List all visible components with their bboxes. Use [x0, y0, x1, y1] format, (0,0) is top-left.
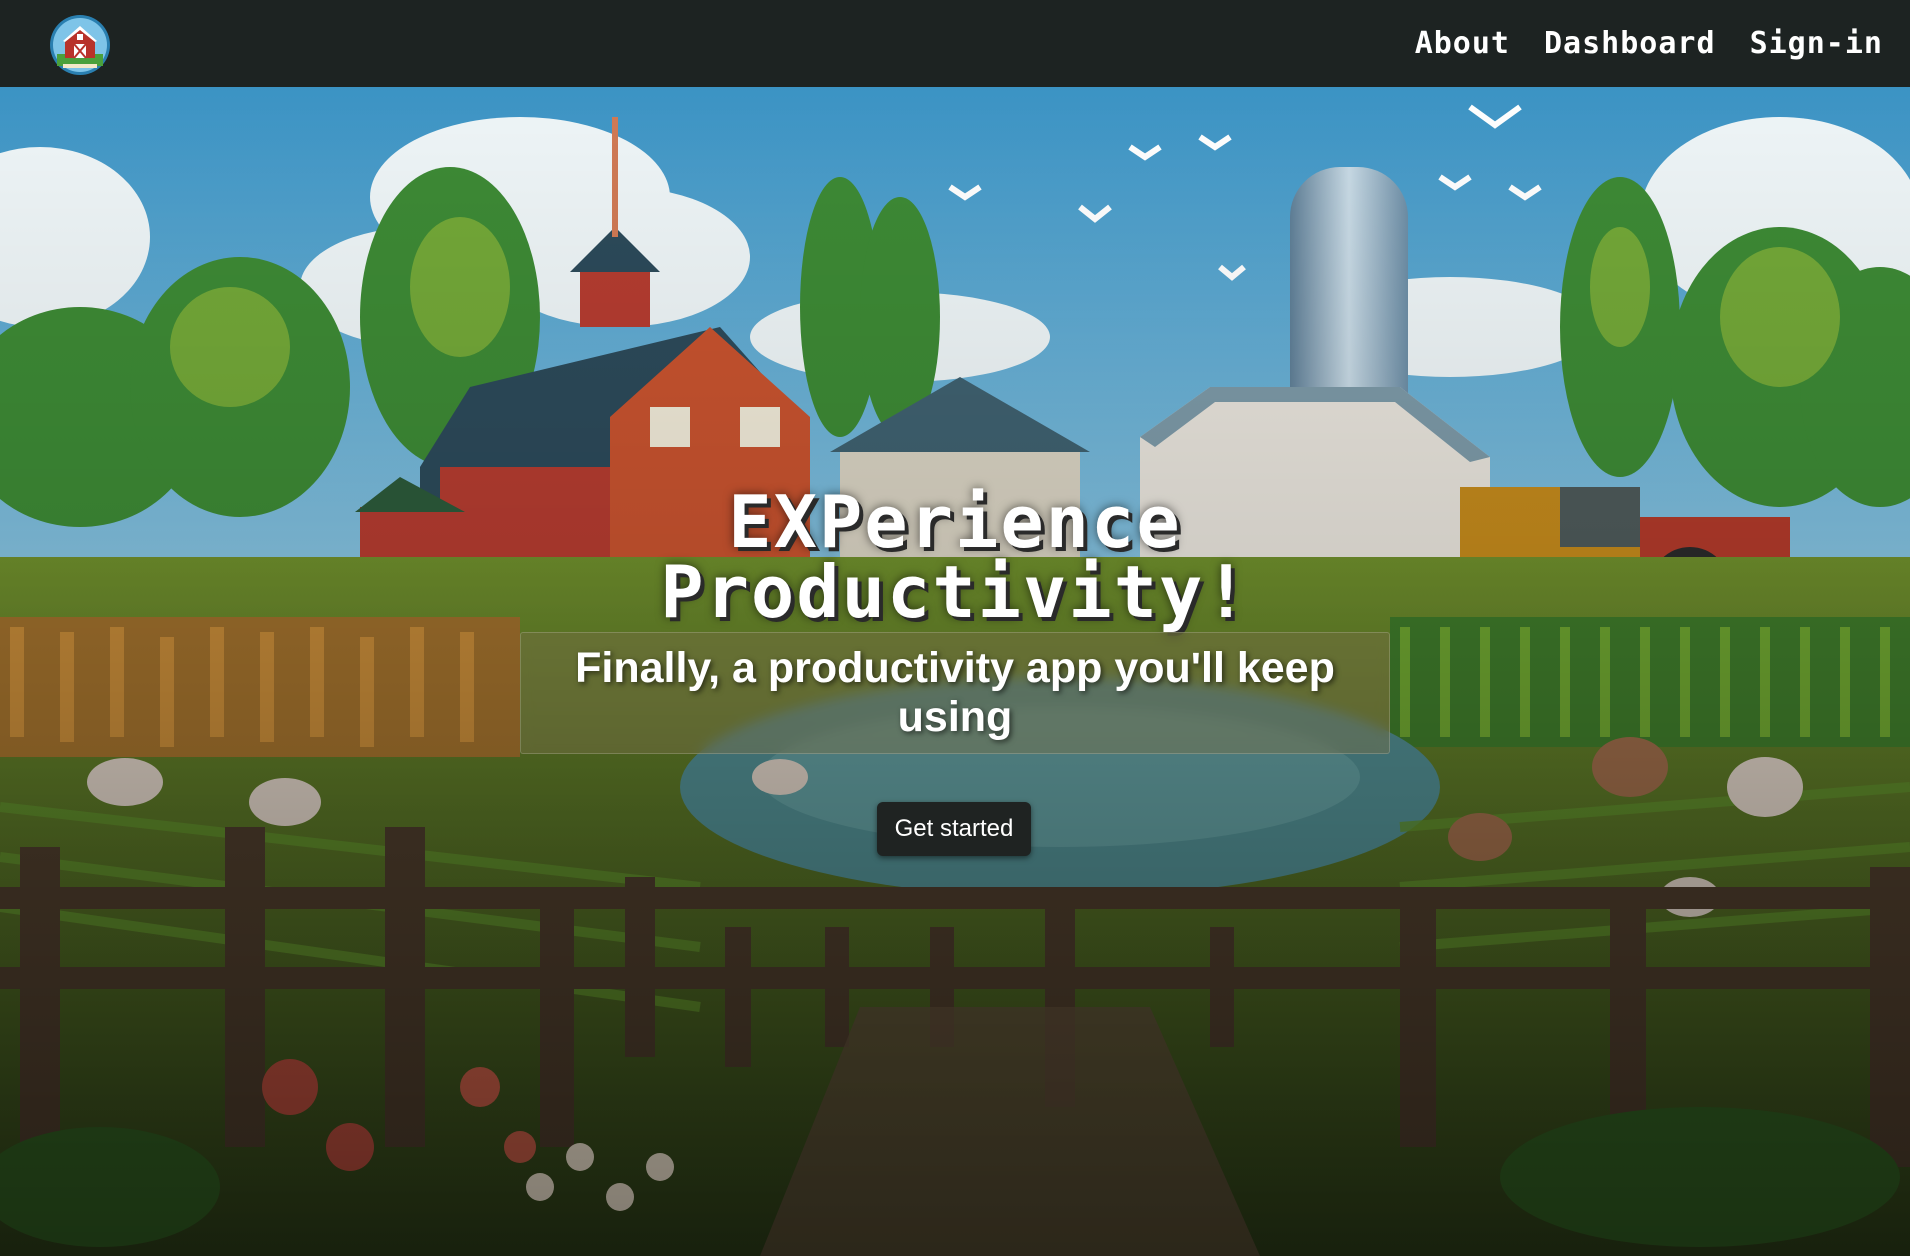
nav-signin-link[interactable]: Sign-in	[1750, 26, 1883, 61]
hero-headline: EXPerience Productivity!	[355, 480, 1555, 635]
barn-logo-icon[interactable]	[49, 14, 111, 76]
headline-line-2: Productivity!	[660, 550, 1250, 635]
hero-subtitle: Finally, a productivity app you'll keep …	[575, 644, 1335, 741]
get-started-button[interactable]: Get started	[877, 802, 1031, 856]
nav-dashboard-link[interactable]: Dashboard	[1544, 26, 1716, 61]
headline-line-1: EXPerience	[728, 480, 1182, 565]
top-navbar: About Dashboard Sign-in	[0, 0, 1910, 87]
hero-section: EXPerience Productivity! Finally, a prod…	[0, 87, 1910, 1256]
nav-about-link[interactable]: About	[1415, 26, 1510, 61]
nav-links: About Dashboard Sign-in	[1415, 0, 1883, 87]
subtitle-panel: Finally, a productivity app you'll keep …	[520, 632, 1390, 754]
